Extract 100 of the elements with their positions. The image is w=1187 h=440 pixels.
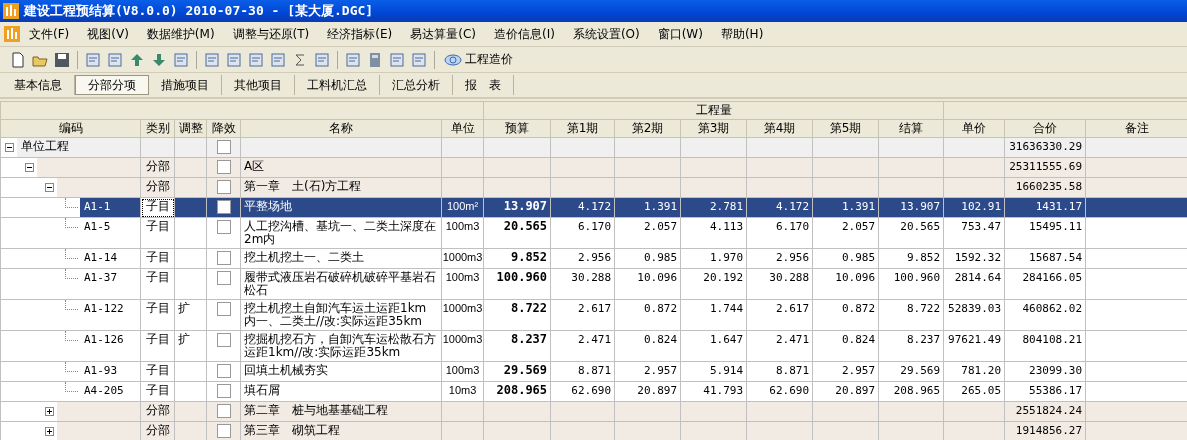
period-cell: 20.897	[637, 384, 678, 397]
period-cell: 0.872	[643, 302, 678, 315]
name-cell: 第一章 土(石)方工程	[244, 179, 362, 193]
total-cell: 1431.17	[1035, 200, 1083, 213]
derate-checkbox[interactable]	[216, 333, 231, 347]
budget-cell: 100.960	[496, 270, 548, 284]
new-icon[interactable]	[10, 51, 26, 68]
period-cell: 2.781	[709, 200, 744, 213]
tree-expander-icon[interactable]	[45, 427, 54, 436]
menu-item[interactable]: 调整与还原(T)	[223, 25, 319, 43]
tab[interactable]: 措施项目	[149, 75, 222, 95]
tree-connector	[65, 331, 78, 341]
tree-connector	[65, 198, 78, 208]
unit-cell: 1000m3	[442, 251, 483, 263]
tab[interactable]: 报 表	[453, 75, 514, 95]
unit-cell: 1000m3	[442, 333, 483, 345]
tree-expander-icon[interactable]	[45, 407, 54, 416]
menu-item[interactable]: 系统设置(O)	[563, 25, 649, 43]
name-cell: 挖掘机挖石方，自卸汽车运松散石方运距1km//改:实际运距35km	[244, 332, 436, 359]
menu-item[interactable]: 易达算量(C)	[401, 25, 485, 43]
tree-expander-icon[interactable]	[45, 183, 54, 192]
save-icon[interactable]	[54, 51, 70, 68]
derate-checkbox[interactable]	[216, 424, 231, 438]
menu-item[interactable]: 帮助(H)	[711, 25, 773, 43]
unit-cell: 100m²	[446, 200, 479, 212]
cost-link-button[interactable]: 工程造价	[442, 51, 515, 68]
menu-item[interactable]: 数据维护(M)	[137, 25, 224, 43]
type-cell: 子目	[145, 219, 170, 233]
unit-price-cell: 265.05	[961, 384, 1002, 397]
unit-cell: 100m3	[445, 271, 480, 283]
menu-item[interactable]: 造价信息(I)	[484, 25, 564, 43]
tree-connector	[65, 269, 78, 279]
name-cell: 回填土机械夯实	[244, 363, 328, 377]
adjust-cell: 扩	[178, 301, 190, 315]
total-cell: 284166.05	[1022, 271, 1083, 284]
tree-connector	[65, 218, 78, 228]
type-cell: 分部	[145, 423, 170, 437]
menu-item[interactable]: 文件(F)	[20, 25, 79, 43]
period-cell: 2.057	[643, 220, 678, 233]
name-cell: 人工挖沟槽、基坑一、二类土深度在2m内	[244, 219, 436, 246]
tab[interactable]: 分部分项	[75, 75, 149, 95]
derate-checkbox[interactable]	[216, 200, 231, 214]
period-cell: 0.985	[643, 251, 678, 264]
unit-cell: 100m3	[445, 364, 480, 376]
up-icon[interactable]	[129, 51, 145, 68]
total-cell: 15687.54	[1029, 251, 1083, 264]
app-logo-icon[interactable]	[4, 26, 20, 42]
derate-checkbox[interactable]	[216, 271, 231, 285]
settlement-cell: 9.852	[906, 251, 941, 264]
code-cell: A1-1	[80, 198, 140, 217]
period-cell: 0.824	[643, 333, 678, 346]
name-cell: 第二章 桩与地基基础工程	[244, 403, 388, 417]
period-cell: 8.871	[577, 364, 612, 377]
derate-checkbox[interactable]	[216, 364, 231, 378]
derate-checkbox[interactable]	[216, 180, 231, 194]
tab[interactable]: 汇总分析	[380, 75, 453, 95]
type-cell: 子目	[145, 301, 170, 315]
code-cell-text: A1-93	[83, 363, 119, 379]
menu-item[interactable]: 经济指标(E)	[318, 25, 402, 43]
derate-checkbox[interactable]	[216, 160, 231, 174]
tree-expander-icon[interactable]	[5, 143, 14, 152]
derate-checkbox[interactable]	[216, 384, 231, 398]
derate-checkbox[interactable]	[216, 251, 231, 265]
tree-expander-icon[interactable]	[25, 163, 34, 172]
period-cell: 2.956	[775, 251, 810, 264]
period-cell: 2.471	[775, 333, 810, 346]
total-cell: 1660235.58	[1015, 180, 1083, 193]
budget-cell: 8.722	[510, 301, 548, 315]
menu-item[interactable]: 窗口(W)	[648, 25, 712, 43]
calc-icon[interactable]	[367, 51, 383, 68]
period-cell: 8.871	[775, 364, 810, 377]
code-cell-text: A1-126	[83, 332, 125, 348]
period-cell: 2.471	[577, 333, 612, 346]
app-logo-icon	[3, 3, 19, 19]
tab[interactable]: 其他项目	[222, 75, 295, 95]
period-cell: 10.096	[637, 271, 678, 284]
tree-connector	[65, 300, 78, 310]
period-cell: 20.192	[703, 271, 744, 284]
derate-checkbox[interactable]	[216, 302, 231, 316]
name-cell: 填石屑	[244, 383, 280, 397]
period-cell: 41.793	[703, 384, 744, 397]
code-cell-text: A1-37	[83, 270, 119, 286]
type-cell: 子目	[145, 270, 170, 284]
down-icon[interactable]	[151, 51, 167, 68]
settlement-cell: 13.907	[900, 200, 941, 213]
derate-checkbox[interactable]	[216, 404, 231, 418]
type-cell: 子目	[145, 383, 170, 397]
total-cell: 460862.02	[1022, 302, 1083, 315]
tab[interactable]: 工料机汇总	[295, 75, 380, 95]
tree-connector	[65, 362, 78, 372]
period-cell: 2.057	[841, 220, 876, 233]
derate-checkbox[interactable]	[216, 220, 231, 234]
derate-checkbox[interactable]	[216, 140, 231, 154]
period-cell: 1.391	[643, 200, 678, 213]
name-cell: 挖土机挖土自卸汽车运土运距1km内一、二类土//改:实际运距35km	[244, 301, 427, 328]
period-cell: 62.690	[571, 384, 612, 397]
unit-price-cell: 1592.32	[954, 251, 1002, 264]
settlement-cell: 29.569	[900, 364, 941, 377]
menu-item[interactable]: 视图(V)	[78, 25, 138, 43]
adjust-cell: 扩	[178, 332, 190, 346]
